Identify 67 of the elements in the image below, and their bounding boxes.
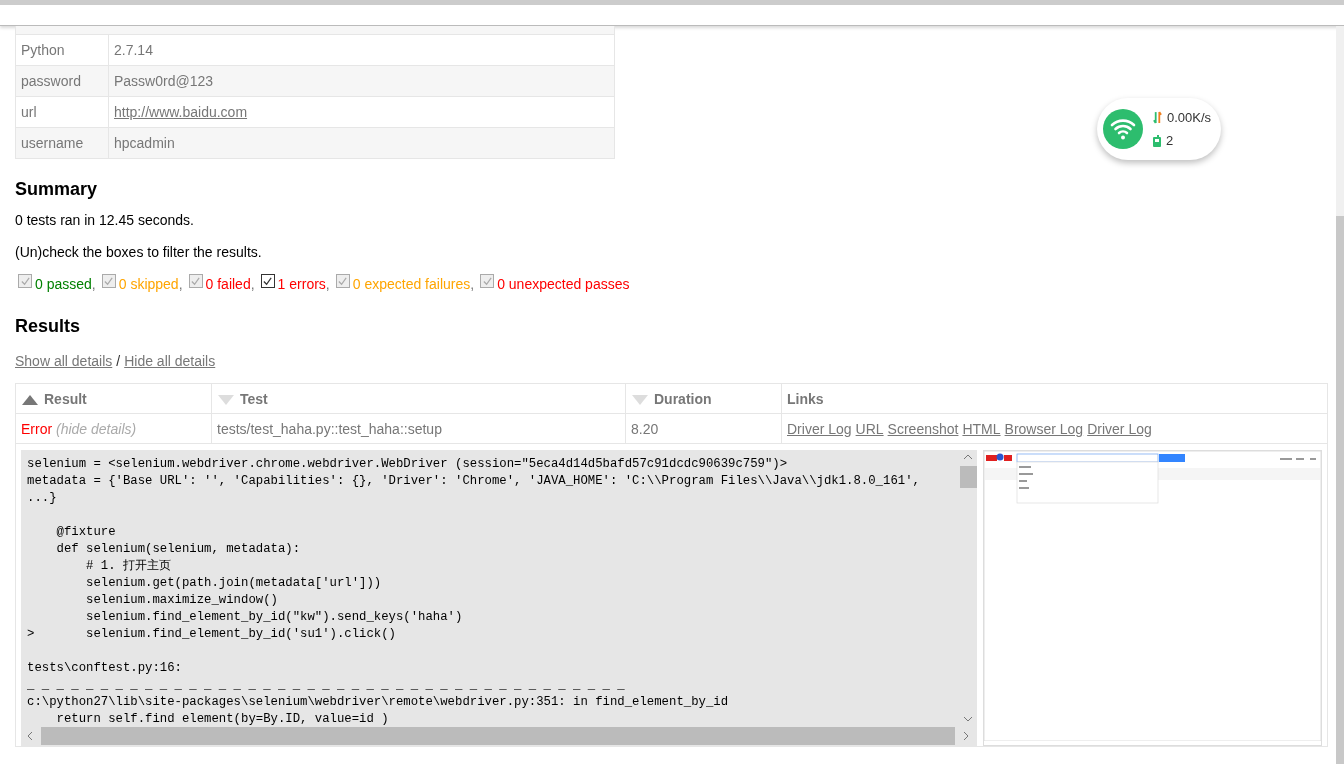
column-header[interactable]: Test bbox=[211, 383, 626, 414]
scroll-up-icon[interactable] bbox=[963, 454, 973, 460]
device-icon bbox=[1153, 134, 1161, 147]
code-line: c:\python27\lib\site-packages\selenium\webdriver\remote\webdriver.py:351: in find_element_by_id bbox=[27, 695, 729, 709]
column-header[interactable]: Result bbox=[15, 383, 212, 414]
code-line: return self.find element(by=By.ID, value=id ) bbox=[55, 712, 389, 726]
section-heading: Results bbox=[15, 316, 82, 337]
environment-key: Python bbox=[21, 42, 65, 58]
device-count: 2 bbox=[1166, 133, 1174, 148]
code-line: def selenium(selenium, metadata): bbox=[55, 542, 301, 556]
summary-text: 0 tests ran in 12.45 seconds. bbox=[15, 212, 195, 228]
transfer-icon bbox=[1153, 111, 1162, 124]
section-heading: Summary bbox=[15, 179, 99, 200]
page-scrollbar[interactable] bbox=[1336, 26, 1344, 764]
show-details-link[interactable]: Show all details bbox=[15, 353, 113, 369]
environment-value: Passw0rd@123 bbox=[114, 73, 214, 89]
comma: , bbox=[470, 276, 475, 292]
comma: , bbox=[91, 276, 96, 292]
network-speed: 0.00K/s bbox=[1167, 110, 1212, 125]
column-header[interactable]: Duration bbox=[625, 383, 782, 414]
code-line: ...} bbox=[27, 491, 57, 505]
code-line: > selenium.find_element_by_id('su1').click() bbox=[27, 627, 396, 641]
result-link[interactable]: URL bbox=[855, 420, 884, 437]
filter-label: 0 passed bbox=[35, 276, 92, 292]
code-line: # 1. 打开主页 bbox=[85, 559, 171, 573]
environment-value: hpcadmin bbox=[114, 135, 175, 151]
environment-value: 2.7.14 bbox=[114, 42, 153, 58]
filter-label: 0 skipped bbox=[118, 276, 179, 292]
filter-label: 0 failed bbox=[205, 276, 251, 292]
comma: , bbox=[250, 276, 255, 292]
result-link[interactable]: Screenshot bbox=[887, 420, 959, 437]
test-name-cell: tests/test_haha.py::test_haha::setup bbox=[211, 413, 626, 444]
environment-link[interactable]: http://www.baidu.com bbox=[114, 104, 248, 120]
code-line: tests\conftest.py:16: bbox=[27, 661, 182, 675]
scroll-thumb[interactable] bbox=[1336, 216, 1344, 764]
scroll-down-icon[interactable] bbox=[963, 716, 973, 722]
filter-hint: (Un)check the boxes to filter the results. bbox=[15, 244, 263, 260]
column-header[interactable]: Links bbox=[781, 383, 1328, 414]
code-line: metadata = {'Base URL': '', 'Capabilities': {}, 'Driver': 'Chrome', 'JAVA_HOME': 'C:\\Program Files\\Java\\jdk1.8.0_161', bbox=[27, 474, 920, 488]
result-link[interactable]: Browser Log bbox=[1004, 420, 1084, 437]
comma: , bbox=[178, 276, 183, 292]
hide-details-link[interactable]: Hide all details bbox=[124, 353, 216, 369]
separator: / bbox=[116, 353, 121, 369]
filter-label: 1 errors bbox=[277, 276, 326, 292]
code-line: selenium.get(path.join(metadata['url'])) bbox=[85, 576, 382, 590]
filter-checkbox[interactable] bbox=[260, 274, 275, 288]
duration-cell: 8.20 bbox=[625, 413, 782, 444]
code-line: selenium.find_element_by_id("kw").send_keys('haha') bbox=[85, 610, 463, 624]
scroll-left-icon[interactable] bbox=[27, 731, 33, 741]
result-link[interactable]: Driver Log bbox=[787, 420, 852, 437]
scroll-thumb[interactable] bbox=[959, 466, 977, 488]
result-status: Error bbox=[21, 420, 53, 437]
result-link[interactable]: Driver Log bbox=[1087, 420, 1152, 437]
code-line: selenium.maximize_window() bbox=[85, 593, 278, 607]
environment-key: username bbox=[21, 135, 84, 151]
scroll-right-icon[interactable] bbox=[963, 731, 969, 741]
code-line: selenium = <selenium.webdriver.chrome.webdriver.WebDriver (session="5eca4d14d5bafd57c91dcdc90639c759")> bbox=[27, 457, 788, 471]
hide-details-toggle[interactable]: (hide details) bbox=[56, 420, 137, 437]
code-line: @fixture bbox=[55, 525, 116, 539]
result-link[interactable]: HTML bbox=[962, 420, 1001, 437]
environment-key: url bbox=[21, 104, 37, 120]
environment-key: password bbox=[21, 73, 81, 89]
filter-label: 0 unexpected passes bbox=[497, 276, 630, 292]
code-line: _ _ _ _ _ _ _ _ _ _ _ _ _ _ _ _ _ _ _ _ _ _ _ _ _ _ _ _ _ _ _ _ _ _ _ _ _ _ _ _ _ bbox=[27, 678, 625, 692]
network-widget[interactable]: 0.00K/s 2 bbox=[1097, 98, 1221, 160]
wifi-icon bbox=[1103, 109, 1143, 149]
comma: , bbox=[325, 276, 330, 292]
